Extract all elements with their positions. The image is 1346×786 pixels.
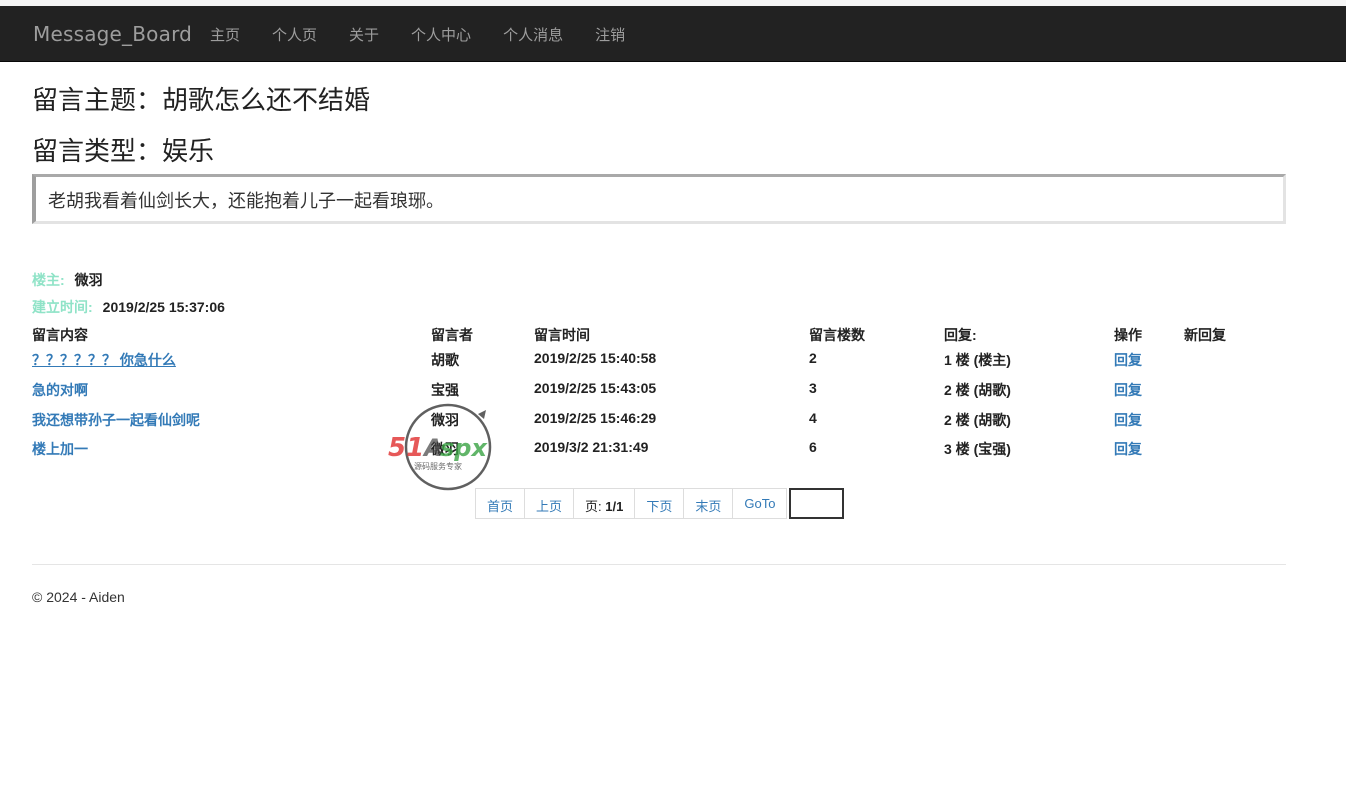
pager-goto-input[interactable] [789,488,845,519]
header-floor: 留言楼数 [809,327,865,343]
pager-last[interactable]: 末页 [683,488,734,519]
reply-time: 2019/2/25 15:46:29 [534,410,657,426]
pager-next[interactable]: 下页 [634,488,685,519]
svg-text:spx: spx [440,434,488,462]
owner-name: 微羽 [74,272,103,288]
nav-item-messages[interactable]: 个人消息 [487,6,579,62]
reply-author: 宝强 [431,382,459,398]
message-topic: 留言主题：胡歌怎么还不结婚 [32,86,371,116]
reply-to: 1 楼 (楼主) [944,352,1011,368]
nav-item-logout[interactable]: 注销 [579,6,641,62]
owner-line: 楼主: 微羽 [32,270,103,290]
pager-page-info: 页: 1/1 [573,488,636,519]
new-reply-link[interactable]: 新回复 [1184,325,1226,345]
message-content: 老胡我看着仙剑长大，还能抱着儿子一起看琅琊。 [32,174,1286,224]
reply-content-link[interactable]: ？？？？？？ 你急什么 [32,350,176,370]
pager-page-value: 1/1 [605,499,624,514]
watermark-logo: 51 A spx 源码服务专家 [386,400,514,496]
header-author: 留言者 [431,327,473,343]
table-row: 我还想带孙子一起看仙剑呢 微羽 2019/2/25 15:46:29 4 2 楼… [32,410,1292,432]
table-row: 急的对啊 宝强 2019/2/25 15:43:05 3 2 楼 (胡歌) 回复 [32,380,1292,402]
created-line: 建立时间: 2019/2/25 15:37:06 [32,297,225,317]
svg-text:源码服务专家: 源码服务专家 [414,461,462,471]
reply-time: 2019/2/25 15:40:58 [534,350,657,366]
message-type: 留言类型：娱乐 [32,137,215,167]
nav-item-personal-center[interactable]: 个人中心 [395,6,487,62]
pager-first[interactable]: 首页 [475,488,526,519]
reply-button[interactable]: 回复 [1114,380,1142,400]
reply-time: 2019/2/25 15:43:05 [534,380,657,396]
nav-menu: 主页 个人页 关于 个人中心 个人消息 注销 [194,6,641,62]
pager: 首页 上页 页: 1/1 下页 末页 GoTo [475,488,845,519]
navbar: Message_Board 主页 个人页 关于 个人中心 个人消息 注销 [0,6,1346,62]
svg-text:51: 51 [388,433,424,463]
nav-item-personal-page[interactable]: 个人页 [256,6,333,62]
reply-floor: 3 [809,380,817,396]
pager-page-label: 页: [585,499,606,514]
created-label: 建立时间: [32,299,93,315]
nav-item-about[interactable]: 关于 [333,6,395,62]
pager-goto-button[interactable]: GoTo [732,488,788,519]
nav-item-home[interactable]: 主页 [194,6,256,62]
reply-content-link[interactable]: 楼上加一 [32,439,88,459]
footer-copyright: © 2024 - Aiden [32,589,125,605]
table-row: 楼上加一 微羽 2019/3/2 21:31:49 6 3 楼 (宝强) 回复 [32,439,1292,461]
reply-author: 胡歌 [431,352,459,368]
reply-content-link[interactable]: 急的对啊 [32,380,88,400]
header-action: 操作 [1114,327,1142,343]
header-reply-to: 回复: [944,327,977,343]
reply-floor: 4 [809,410,817,426]
reply-button[interactable]: 回复 [1114,410,1142,430]
header-time: 留言时间 [534,327,590,343]
footer-divider [32,564,1286,565]
reply-floor: 2 [809,350,817,366]
reply-button[interactable]: 回复 [1114,350,1142,370]
reply-content-link[interactable]: 我还想带孙子一起看仙剑呢 [32,410,200,430]
table-header: 留言内容 留言者 留言时间 留言楼数 回复: 操作 新回复 [32,325,1292,347]
brand-link[interactable]: Message_Board [33,22,192,46]
header-content: 留言内容 [32,327,88,343]
pager-prev[interactable]: 上页 [524,488,575,519]
reply-to: 3 楼 (宝强) [944,441,1011,457]
reply-time: 2019/3/2 21:31:49 [534,439,649,455]
owner-label: 楼主: [32,272,65,288]
reply-to: 2 楼 (胡歌) [944,412,1011,428]
table-row: ？？？？？？ 你急什么 胡歌 2019/2/25 15:40:58 2 1 楼 … [32,350,1292,372]
reply-to: 2 楼 (胡歌) [944,382,1011,398]
reply-floor: 6 [809,439,817,455]
watermark-icon: 51 A spx 源码服务专家 [388,403,492,491]
created-time: 2019/2/25 15:37:06 [102,299,225,315]
reply-button[interactable]: 回复 [1114,439,1142,459]
